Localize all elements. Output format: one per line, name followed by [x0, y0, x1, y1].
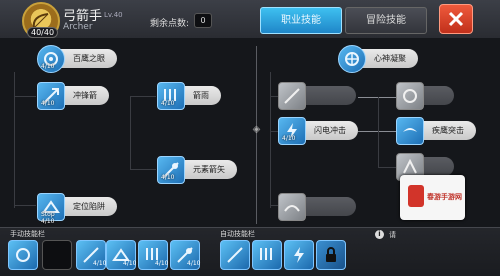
hawk-strike-icon: [396, 117, 424, 145]
tree-connector: [14, 72, 15, 208]
tree-connector: [14, 96, 36, 97]
arrow-rain-icon: 4/10: [157, 82, 185, 110]
tree-connector: [130, 96, 156, 97]
tree-connector: [378, 167, 396, 168]
lightning-strike-icon: 4/10: [278, 117, 306, 145]
skill-level: Stop 4/10: [41, 211, 55, 225]
divider-knob-icon: ◈: [252, 124, 261, 135]
logo-mark-icon: [408, 185, 424, 207]
tree-connector: [378, 97, 379, 167]
manual-skill-slot-empty[interactable]: [42, 240, 72, 270]
tree-connector: [358, 97, 396, 98]
skill-level: 4/10: [282, 135, 296, 142]
focus-icon: [338, 45, 366, 73]
manual-skill-bar-label: 手动技能栏: [10, 230, 45, 238]
charge-arrow-icon: 4/10: [37, 82, 65, 110]
arrow-rain-icon: [260, 248, 272, 260]
slot-level: 4/10: [93, 260, 107, 267]
lightning-strike-icon: [294, 247, 304, 263]
tab-class-skills[interactable]: 职业技能: [260, 7, 342, 34]
charge-arrow-icon: [227, 247, 243, 263]
locked-skill-icon: [396, 82, 424, 110]
slot-level: 4/10: [187, 260, 201, 267]
eagle-eye-icon: [16, 248, 30, 262]
close-icon: [448, 11, 464, 27]
tree-divider: [256, 46, 257, 224]
tree-connector: [270, 205, 278, 206]
tab-adventure-skills[interactable]: 冒险技能: [345, 7, 427, 34]
tree-connector: [14, 205, 36, 206]
avatar-level: 40/40: [27, 27, 59, 38]
watermark-logo: 春游手游网: [400, 175, 465, 220]
skill-level: 4/10: [41, 63, 55, 70]
manual-skill-slot[interactable]: 4/10: [106, 240, 136, 270]
auto-skill-slot[interactable]: [220, 240, 250, 270]
tree-connector: [358, 131, 396, 132]
slot-level: 4/10: [155, 260, 169, 267]
skill-level: 4/10: [161, 100, 175, 107]
tree-connector: [130, 169, 156, 170]
manual-skill-slot[interactable]: 4/10: [138, 240, 168, 270]
manual-skill-slot[interactable]: 4/10: [76, 240, 106, 270]
auto-skill-bar-label: 自动技能栏: [220, 230, 255, 238]
trap-icon: Stop 4/10: [37, 193, 65, 225]
auto-skill-slot[interactable]: [252, 240, 282, 270]
watermark-text: 春游手游网: [427, 193, 462, 201]
auto-skill-slot[interactable]: [284, 240, 314, 270]
info-icon[interactable]: i: [375, 230, 384, 239]
auto-skill-slot-locked[interactable]: [316, 240, 346, 270]
manual-skill-slot[interactable]: [8, 240, 38, 270]
locked-skill-icon: [278, 82, 306, 110]
tree-connector: [270, 96, 278, 97]
lock-icon: [326, 247, 336, 262]
tree-connector: [270, 131, 278, 132]
remaining-points-value: 0: [194, 13, 212, 28]
class-subtitle: Archer: [63, 22, 93, 32]
locked-skill-icon: [278, 193, 306, 221]
hint-text: 请: [389, 231, 396, 239]
eagle-eye-icon: 4/10: [37, 45, 65, 73]
tree-connector: [270, 72, 271, 208]
tree-connector: [130, 96, 131, 170]
skill-level: 4/10: [41, 100, 55, 107]
skill-level: 4/10: [161, 174, 175, 181]
class-level: Lv.40: [104, 11, 123, 19]
element-arrow-icon: 4/10: [157, 156, 185, 184]
slot-level: 4/10: [123, 260, 137, 267]
close-button[interactable]: [439, 4, 473, 34]
remaining-points-label: 剩余点数:: [150, 19, 190, 29]
manual-skill-slot[interactable]: 4/10: [170, 240, 200, 270]
